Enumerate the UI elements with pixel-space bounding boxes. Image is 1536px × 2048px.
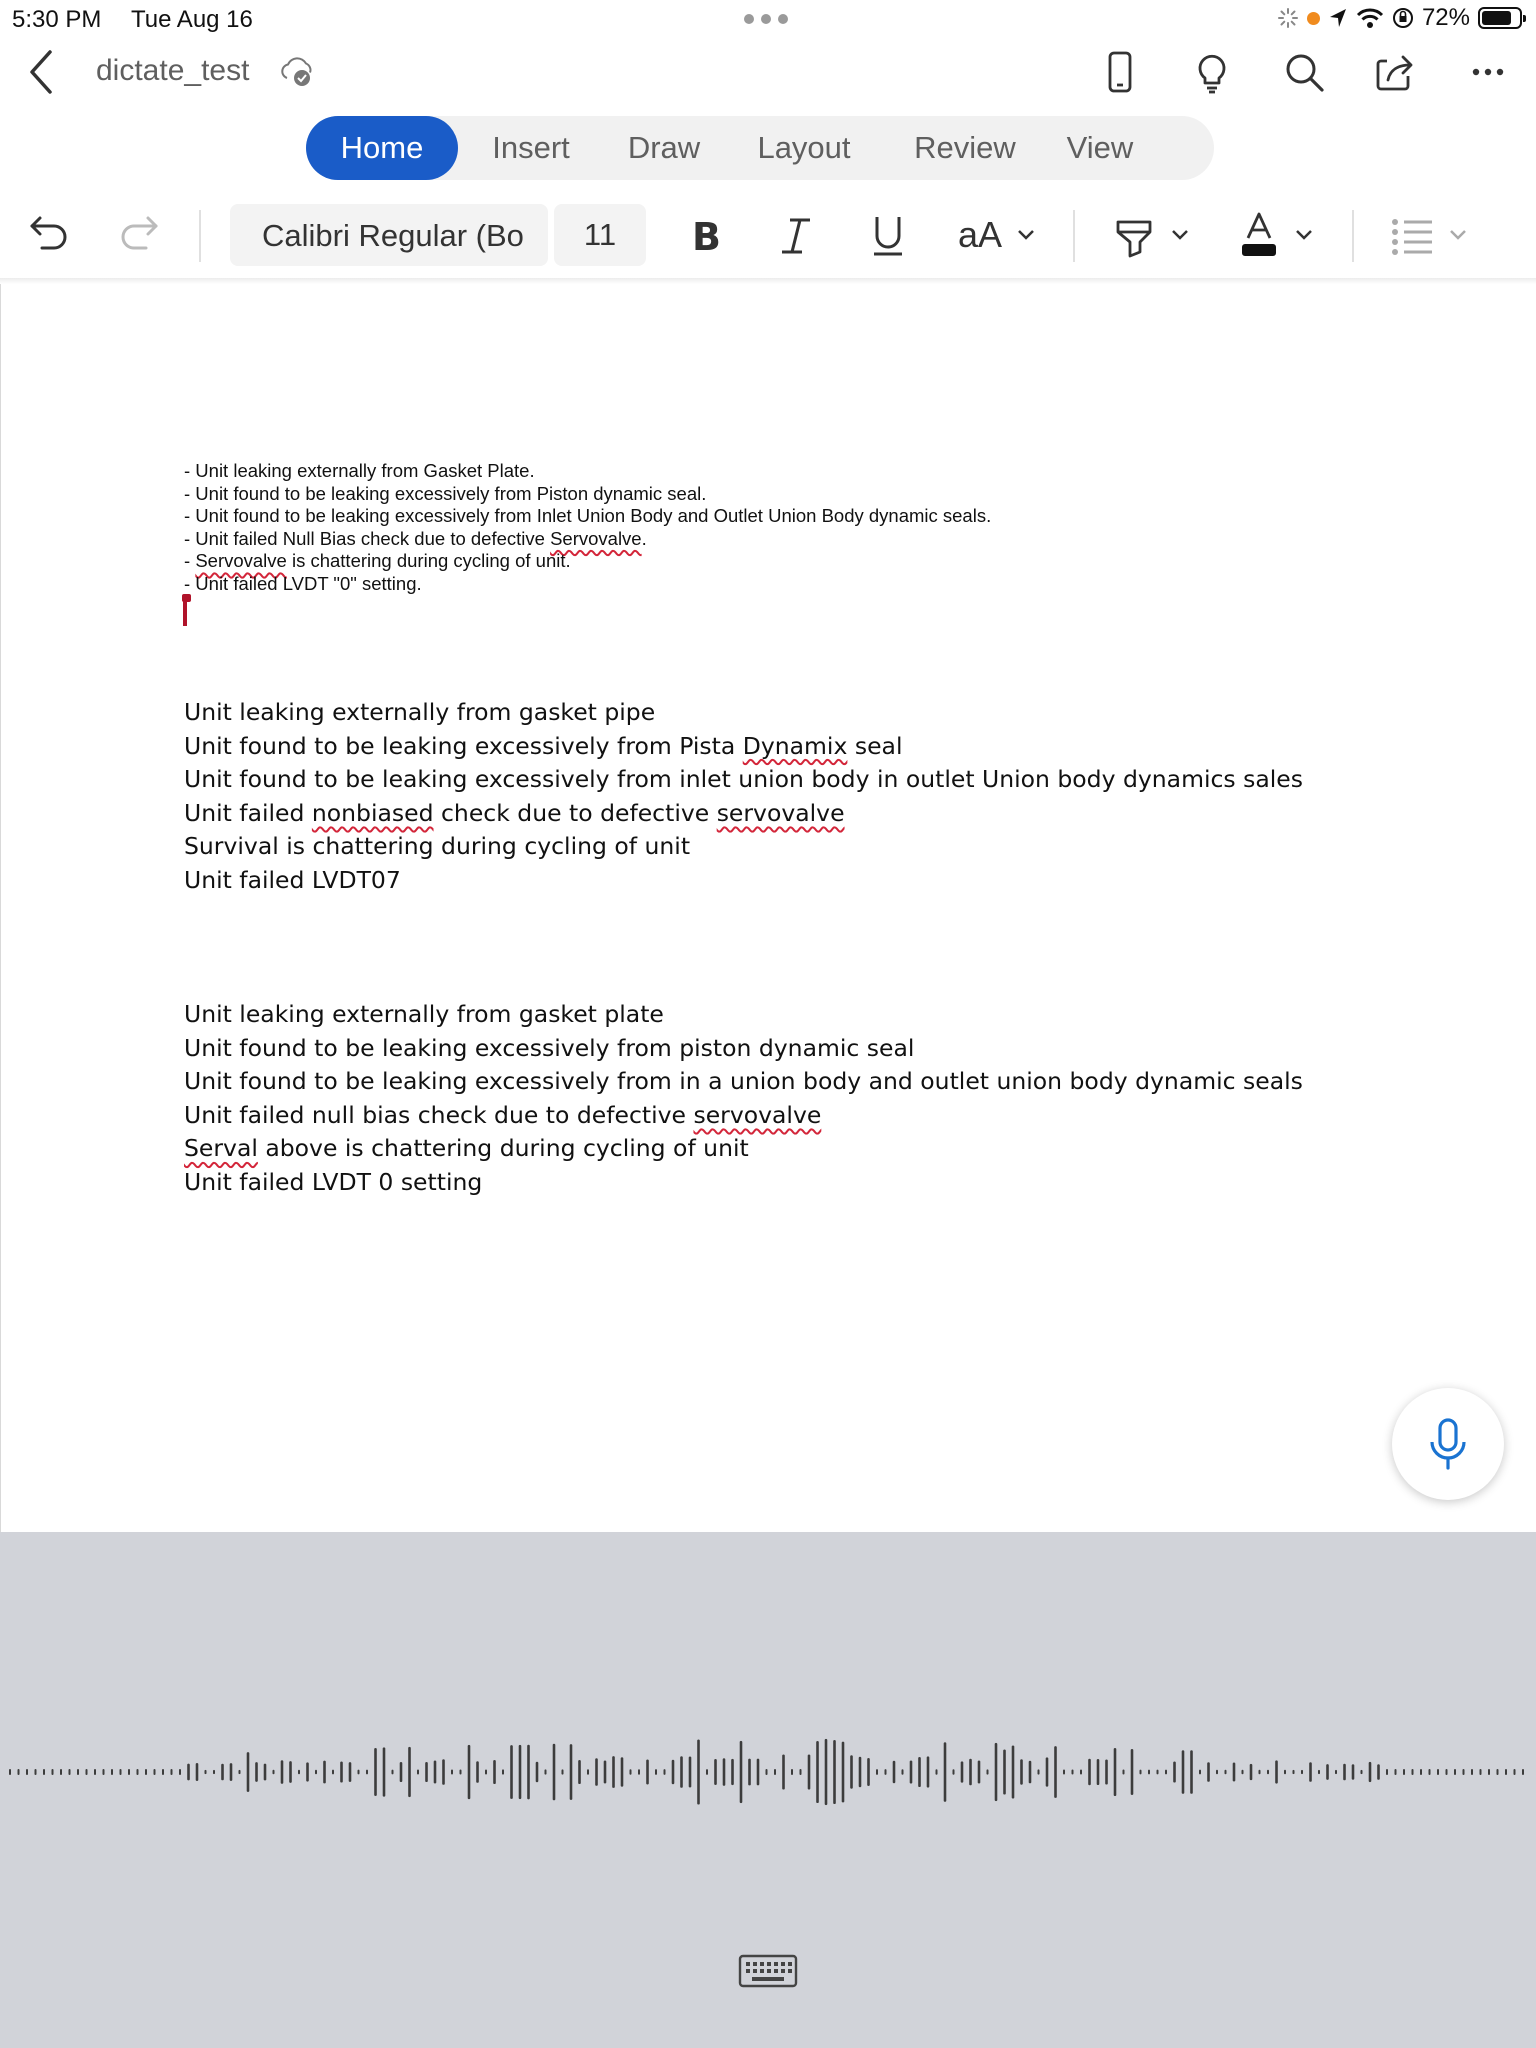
paragraph[interactable]: Unit leaking externally from gasket plat…: [184, 998, 1303, 1032]
dictation-block-1[interactable]: Unit leaking externally from gasket pipe…: [184, 696, 1303, 898]
paragraph[interactable]: - Unit found to be leaking excessively f…: [184, 483, 991, 506]
font-size-value: 11: [583, 217, 617, 252]
location-arrow-icon: [1329, 9, 1346, 27]
tab-layout[interactable]: Layout: [736, 116, 872, 180]
document-title[interactable]: dictate_test: [96, 54, 249, 88]
document-canvas[interactable]: - Unit leaking externally from Gasket Pl…: [0, 284, 1536, 1532]
dictate-button[interactable]: [1392, 1388, 1504, 1500]
tab-insert[interactable]: Insert: [466, 116, 596, 180]
redo-icon[interactable]: [116, 212, 162, 258]
paragraph[interactable]: Unit found to be leaking excessively fro…: [184, 1032, 1303, 1066]
lightbulb-icon[interactable]: [1188, 48, 1236, 96]
highlighter-icon[interactable]: [1112, 212, 1158, 260]
font-color-icon[interactable]: [1238, 210, 1280, 260]
chevron-down-icon[interactable]: [1294, 228, 1314, 242]
paragraph[interactable]: Survival is chattering during cycling of…: [184, 830, 1303, 864]
cloud-sync-icon[interactable]: [278, 54, 316, 88]
chevron-down-icon[interactable]: [1448, 228, 1468, 242]
svg-text:B: B: [692, 215, 721, 258]
status-bar: 5:30 PM Tue Aug 16 72%: [0, 0, 1536, 38]
paragraph[interactable]: Unit found to be leaking excessively fro…: [184, 763, 1303, 797]
status-indicators: 72%: [1277, 4, 1526, 32]
paragraph[interactable]: - Unit failed Null Bias check due to def…: [184, 528, 991, 551]
more-icon[interactable]: [1464, 48, 1512, 96]
microphone-icon: [1430, 1418, 1466, 1470]
tab-review[interactable]: Review: [900, 116, 1030, 180]
paragraph[interactable]: Unit leaking externally from gasket pipe: [184, 696, 1303, 730]
status-date: Tue Aug 16: [131, 6, 253, 33]
dictation-panel: [0, 1532, 1536, 2048]
wifi-icon: [1356, 8, 1384, 28]
underline-icon[interactable]: [868, 212, 908, 258]
keyboard-icon[interactable]: [738, 1954, 798, 1988]
chevron-down-icon[interactable]: [1170, 228, 1190, 242]
text-size-button[interactable]: aA: [958, 214, 1002, 256]
paragraph[interactable]: Unit failed LVDT 0 setting: [184, 1166, 1303, 1200]
audio-waveform: [9, 1738, 1524, 1806]
paragraph[interactable]: - Unit failed LVDT "0" setting.: [184, 573, 991, 596]
font-name-value: Calibri Regular (Bo: [262, 218, 524, 253]
tab-view[interactable]: View: [1050, 116, 1150, 180]
chevron-left-icon[interactable]: [22, 48, 62, 96]
ribbon-tabs: Home Insert Draw Layout Review View: [306, 116, 1214, 180]
font-size-field[interactable]: 11: [554, 204, 646, 266]
search-icon[interactable]: [1280, 48, 1328, 96]
paragraph[interactable]: Unit failed LVDT07: [184, 864, 1303, 898]
multitasking-dots-icon[interactable]: [744, 14, 788, 24]
battery-icon: [1478, 7, 1526, 29]
tab-home[interactable]: Home: [306, 116, 458, 180]
mic-in-use-dot-icon: [1306, 11, 1320, 25]
phone-view-icon[interactable]: [1096, 48, 1144, 96]
bold-icon[interactable]: B: [686, 214, 726, 258]
chevron-down-icon[interactable]: [1016, 228, 1036, 242]
activity-spinner-icon: [1277, 8, 1298, 28]
original-text-block[interactable]: - Unit leaking externally from Gasket Pl…: [184, 460, 991, 595]
font-name-field[interactable]: Calibri Regular (Bo: [230, 204, 548, 266]
share-icon[interactable]: [1372, 48, 1420, 96]
italic-icon[interactable]: [776, 214, 816, 258]
paragraph[interactable]: Unit found to be leaking excessively fro…: [184, 730, 1303, 764]
paragraph[interactable]: - Servovalve is chattering during cyclin…: [184, 550, 991, 573]
tab-draw[interactable]: Draw: [606, 116, 722, 180]
bullet-list-icon[interactable]: [1390, 216, 1434, 256]
status-time: 5:30 PM: [12, 6, 102, 33]
ribbon-toolbar: Calibri Regular (Bo 11 B aA: [0, 200, 1536, 278]
paragraph[interactable]: - Unit leaking externally from Gasket Pl…: [184, 460, 991, 483]
orientation-lock-icon: [1392, 8, 1413, 28]
paragraph[interactable]: - Unit found to be leaking excessively f…: [184, 505, 991, 528]
paragraph[interactable]: Unit found to be leaking excessively fro…: [184, 1065, 1303, 1099]
battery-percent: 72%: [1421, 4, 1470, 31]
paragraph[interactable]: Serval above is chattering during cyclin…: [184, 1132, 1303, 1166]
title-bar: dictate_test: [0, 40, 1536, 104]
paragraph[interactable]: Unit failed null bias check due to defec…: [184, 1099, 1303, 1133]
text-cursor: [182, 594, 191, 626]
undo-icon[interactable]: [26, 212, 72, 258]
dictation-block-2[interactable]: Unit leaking externally from gasket plat…: [184, 998, 1303, 1200]
paragraph[interactable]: Unit failed nonbiased check due to defec…: [184, 797, 1303, 831]
